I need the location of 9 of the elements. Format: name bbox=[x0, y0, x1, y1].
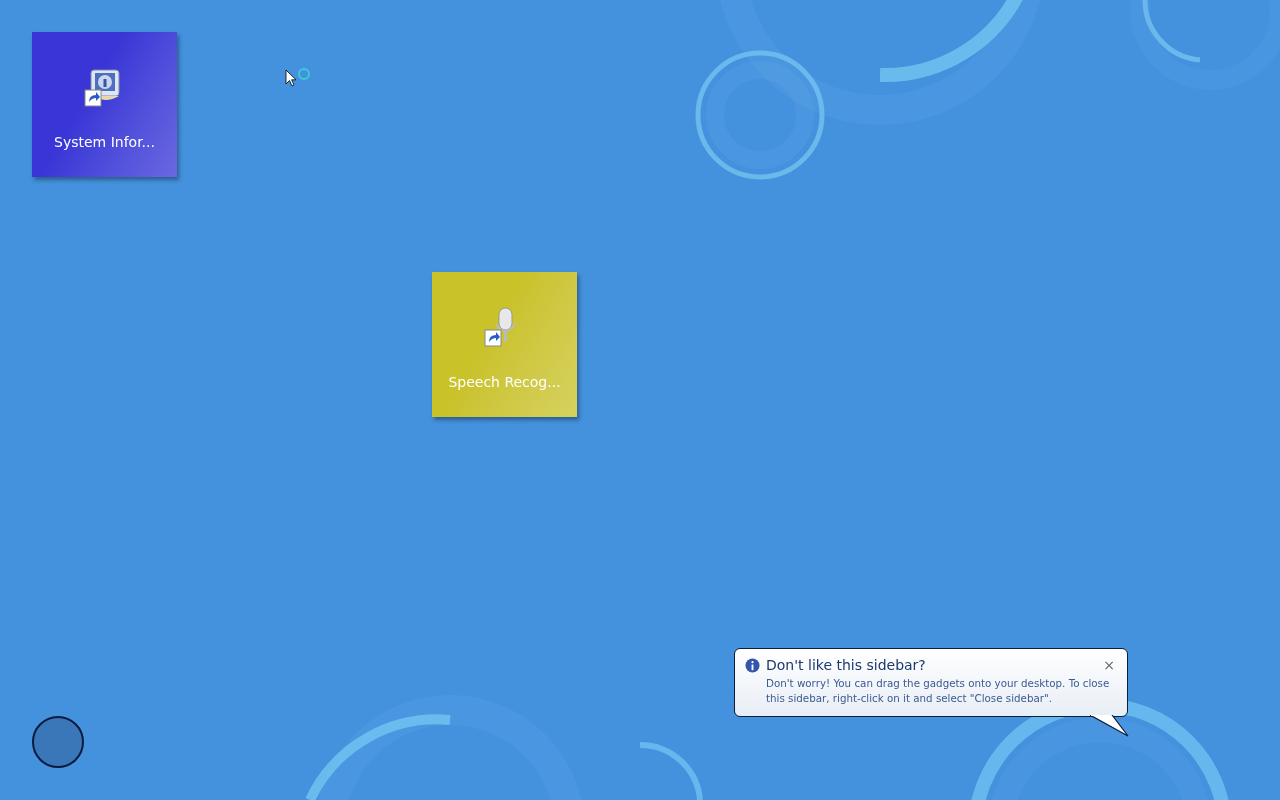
start-button[interactable] bbox=[32, 716, 84, 768]
tile-label: System Infor... bbox=[54, 134, 155, 150]
busy-cursor-icon bbox=[285, 68, 311, 88]
tile-label: Speech Recog... bbox=[448, 374, 561, 390]
balloon-text: Don't worry! You can drag the gadgets onto your desktop. To close this sidebar, right-click on it and select "Close sidebar". bbox=[765, 676, 1111, 706]
close-button[interactable]: × bbox=[1101, 658, 1117, 672]
info-icon bbox=[745, 657, 760, 673]
desktop-tile[interactable]: System Infor... bbox=[32, 32, 177, 177]
balloon-title: Don't like this sidebar? bbox=[766, 657, 927, 673]
